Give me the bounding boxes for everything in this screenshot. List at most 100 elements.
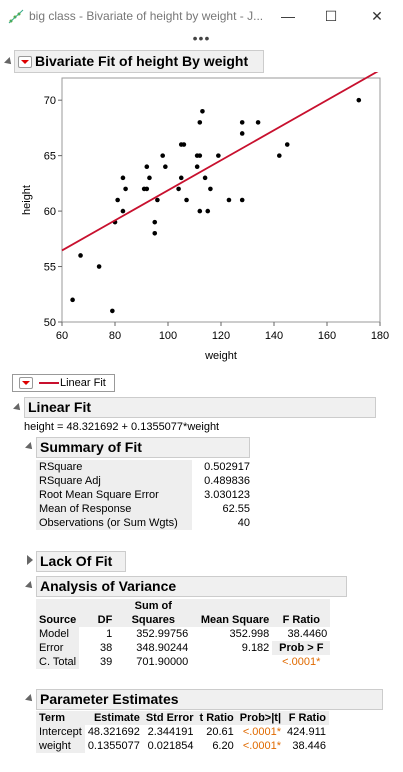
anova-cell-ms: 9.182 [191,641,273,655]
anova-col-f-ratio: F Ratio [282,614,320,626]
data-point [255,120,261,125]
close-button[interactable]: ✕ [357,4,397,28]
legend-label: Linear Fit [60,377,106,389]
data-point [176,186,181,192]
more-options-dots[interactable]: ••• [0,30,403,46]
data-point [144,186,150,192]
disclosure-triangle-icon[interactable] [4,57,14,67]
anova-cell-f: <.0001* [272,655,331,669]
param-cell-p: <.0001* [242,726,282,738]
data-point [197,120,203,125]
data-point [239,131,245,136]
summary-of-fit-title: Summary of Fit [40,439,142,455]
jmp-app-icon [8,9,24,24]
lack-of-fit-title: Lack Of Fit [40,553,113,569]
anova-cell-ss: 348.90244 [115,641,192,655]
minimize-button[interactable]: — [268,4,308,28]
param-cell-term: Intercept [36,725,85,739]
data-point [197,153,203,158]
data-point [194,164,200,170]
lack-of-fit-disclosure-icon[interactable] [27,555,33,565]
y-tick-label: 50 [44,317,56,329]
param-cell-t: 20.61 [206,726,234,738]
data-point [239,120,245,125]
y-tick-label: 60 [44,206,56,218]
summary-disclosure-icon[interactable] [25,442,35,452]
summary-row: RSquare Adj 0.489836 [36,474,253,488]
linear-fit-disclosure-icon[interactable] [13,403,23,413]
param-disclosure-icon[interactable] [25,694,35,704]
y-tick-label: 70 [44,95,56,107]
anova-cell-source: Model [36,627,80,641]
param-row: Intercept 48.321692 2.344191 20.61 <.0001* 42… [36,725,329,739]
anova-disclosure-icon[interactable] [25,581,35,591]
summary-value: 0.489836 [192,474,253,488]
param-col-prob-t: Prob>|t| [239,712,282,724]
summary-of-fit-table: RSquare 0.502917 RSquare Adj 0.489836 Root M… [36,460,253,530]
bivariate-title: Bivariate Fit of height By weight [35,53,249,69]
x-tick-label: 180 [371,330,389,342]
data-point [115,197,120,203]
x-tick-label: 120 [212,330,230,342]
data-point [123,186,128,192]
anova-title: Analysis of Variance [40,578,177,594]
param-cell-term: weight [36,739,85,753]
data-point [226,197,232,203]
window-titlebar: big class - Bivariate of height by weigh… [0,0,403,32]
anova-cell-ms [191,655,273,669]
summary-of-fit-header: Summary of Fit [36,437,250,458]
data-point [200,108,205,114]
data-point [205,208,211,214]
y-axis: 50 55 60 65 70 [44,95,62,329]
anova-table: Sum of Source DF Squares Mean Square F R… [36,599,331,669]
param-cell-est: 48.321692 [87,726,140,738]
summary-label: Observations (or Sum Wgts) [39,517,178,529]
summary-row: Mean of Response 62.55 [36,502,253,516]
data-point [155,197,160,203]
anova-row: Model 1 352.99756 352.998 38.4460 [36,627,331,641]
summary-row: Observations (or Sum Wgts) 40 [36,516,253,530]
red-triangle-menu-icon[interactable] [18,56,32,68]
data-point [120,175,126,181]
anova-cell-ss: 701.90000 [115,655,192,669]
summary-row: RSquare 0.502917 [36,460,253,474]
summary-value: 40 [192,516,253,530]
data-point [197,208,203,214]
y-tick-label: 55 [44,262,56,274]
anova-cell-source: C. Total [36,655,80,669]
data-point [184,197,189,203]
param-estimates-table: Term Estimate Std Error t Ratio Prob>|t|… [36,711,329,753]
data-point [356,97,362,103]
param-cell-est: 0.1355077 [87,740,140,752]
x-tick-label: 100 [159,330,177,342]
data-point [163,164,168,170]
anova-cell-source: Error [36,641,80,655]
data-point [78,253,83,258]
param-estimates-header: Parameter Estimates [36,689,383,710]
y-tick-label: 65 [44,151,56,163]
legend-red-triangle-icon[interactable] [19,377,33,389]
summary-value: 62.55 [192,502,253,516]
data-point [152,219,158,225]
data-point [181,142,187,147]
y-axis-label: height [21,185,33,215]
anova-col-df: DF [97,614,113,626]
param-cell-f: 38.446 [292,740,326,752]
data-point [178,175,184,181]
param-estimates-title: Parameter Estimates [40,691,179,707]
param-cell-se: 0.021854 [147,740,194,752]
param-col-f-ratio: F Ratio [288,712,326,724]
lack-of-fit-header[interactable]: Lack Of Fit [36,551,126,572]
anova-sum-of-label: Sum of [134,600,172,612]
linear-fit-title: Linear Fit [28,399,92,415]
data-point [202,175,208,181]
data-point [239,197,245,203]
maximize-button[interactable]: ☐ [311,4,351,28]
anova-cell-df: 1 [79,627,116,641]
param-cell-p: <.0001* [242,740,282,752]
data-point [147,175,152,181]
summary-label: RSquare [39,461,83,473]
bivariate-report-header: Bivariate Fit of height By weight [14,50,264,73]
param-cell-t: 6.20 [212,740,234,752]
fit-legend[interactable]: Linear Fit [12,374,115,392]
